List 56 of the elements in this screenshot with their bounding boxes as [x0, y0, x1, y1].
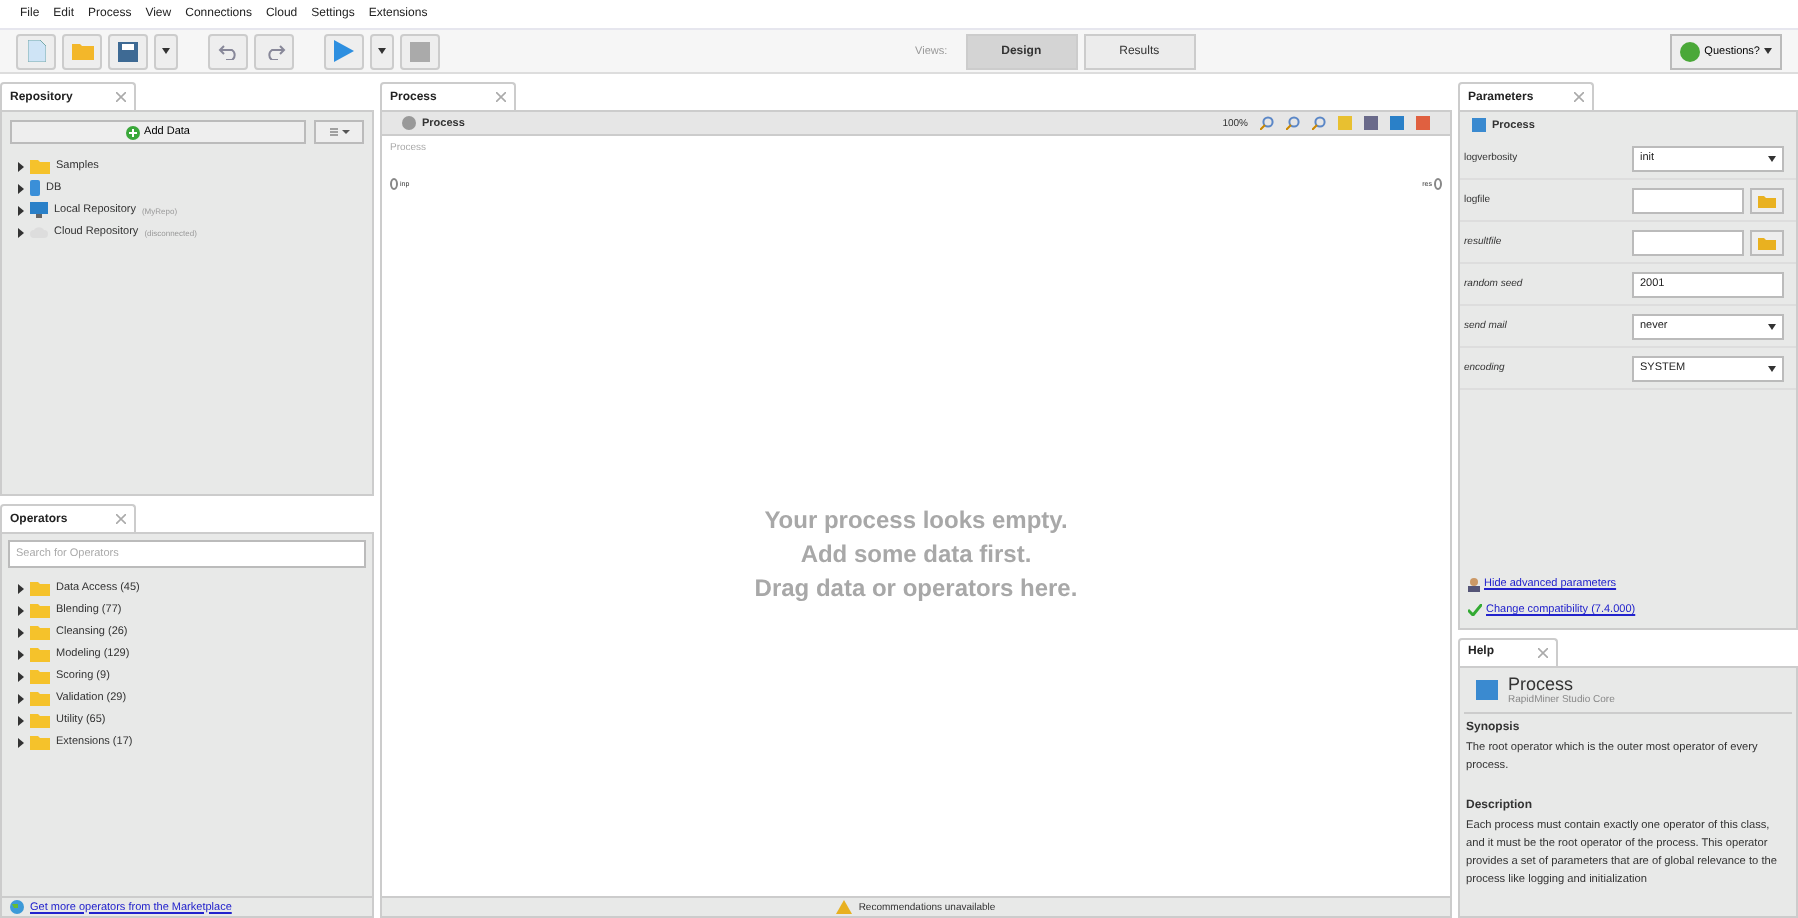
folder-icon	[1758, 193, 1776, 207]
globe-icon	[10, 900, 24, 914]
new-button[interactable]	[16, 33, 56, 69]
redo-button[interactable]	[254, 33, 294, 69]
browse-button[interactable]	[1750, 187, 1784, 213]
file-field[interactable]	[1632, 229, 1744, 255]
undo-button[interactable]	[208, 33, 248, 69]
file-field[interactable]	[1632, 187, 1744, 213]
close-icon[interactable]	[1574, 92, 1584, 102]
monitor-icon	[30, 202, 48, 218]
expand-arrow-icon[interactable]	[18, 205, 24, 215]
database-icon	[30, 180, 40, 196]
expand-arrow-icon[interactable]	[18, 693, 24, 703]
close-icon[interactable]	[496, 92, 506, 102]
dropdown-button[interactable]	[154, 33, 178, 69]
menu-button[interactable]	[314, 120, 364, 144]
expand-arrow-icon[interactable]	[18, 715, 24, 725]
help-title: Process	[1508, 673, 1576, 694]
expand-arrow-icon[interactable]	[18, 671, 24, 681]
menu-icon	[329, 128, 349, 136]
person-icon	[1468, 577, 1480, 592]
add-icon	[126, 125, 141, 139]
close-icon[interactable]	[1538, 647, 1548, 658]
undo-icon	[217, 43, 239, 59]
folder-icon	[1758, 235, 1776, 249]
close-icon[interactable]	[116, 92, 126, 102]
folder-icon	[30, 158, 50, 174]
dropdown-button[interactable]	[370, 33, 394, 69]
checkmark-icon	[1468, 603, 1482, 616]
expand-arrow-icon[interactable]	[18, 161, 24, 171]
close-icon[interactable]	[116, 514, 126, 524]
expand-arrow-icon[interactable]	[18, 183, 24, 193]
input-port[interactable]	[390, 178, 398, 190]
expand-arrow-icon[interactable]	[18, 583, 24, 593]
play-icon	[334, 40, 354, 62]
output-port[interactable]	[1434, 178, 1442, 190]
caret-icon	[162, 48, 170, 54]
expand-arrow-icon[interactable]	[18, 737, 24, 747]
caret-icon	[1768, 365, 1776, 371]
browse-button[interactable]	[1750, 229, 1784, 255]
caret-icon	[1768, 323, 1776, 329]
stop-icon	[410, 41, 430, 61]
document-icon	[27, 40, 45, 62]
expand-arrow-icon[interactable]	[18, 227, 24, 237]
caret-icon	[1768, 155, 1776, 161]
empty-hint: Add some data first.	[800, 540, 1032, 568]
redo-icon	[263, 43, 285, 59]
empty-hint: Your process looks empty.	[764, 506, 1068, 534]
caret-icon	[1764, 48, 1772, 54]
expand-arrow-icon[interactable]	[18, 605, 24, 615]
save-button[interactable]	[108, 33, 148, 69]
folder-icon	[71, 42, 93, 60]
empty-hint: Drag data or operators here.	[754, 574, 1078, 602]
expand-arrow-icon[interactable]	[18, 627, 24, 637]
expand-arrow-icon[interactable]	[18, 649, 24, 659]
caret-icon	[378, 48, 386, 54]
